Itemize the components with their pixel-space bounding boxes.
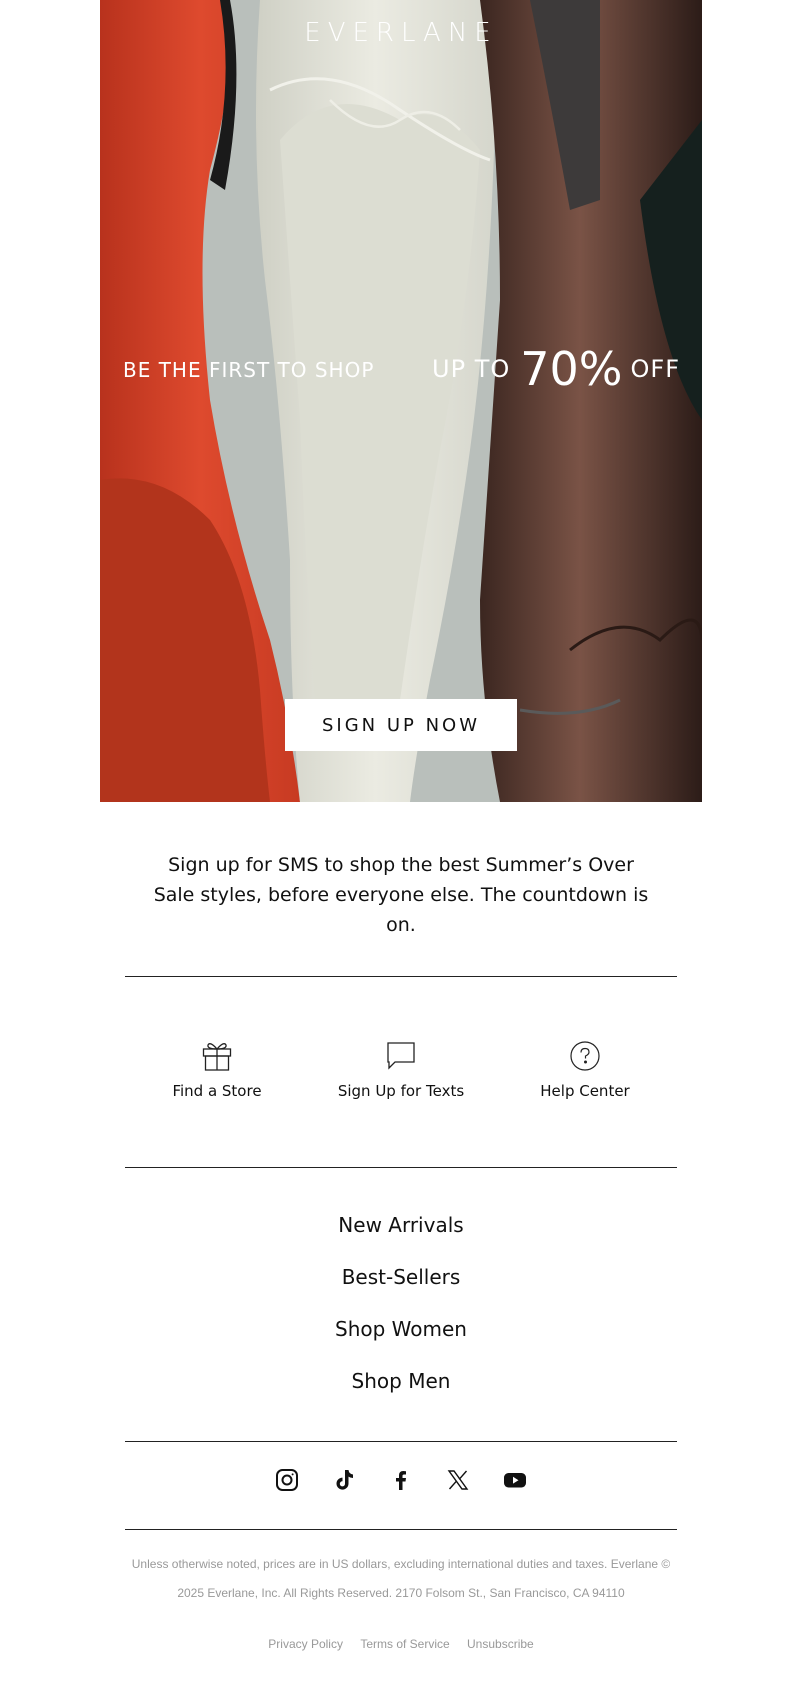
facebook-icon[interactable]	[389, 1468, 413, 1492]
social-links	[125, 1468, 677, 1492]
divider	[125, 1529, 677, 1530]
footer-links: Privacy Policy Terms of Service Unsubscr…	[125, 1637, 677, 1651]
gift-icon	[202, 1043, 232, 1071]
divider	[125, 1167, 677, 1168]
instagram-icon[interactable]	[275, 1468, 299, 1492]
x-icon[interactable]	[446, 1468, 470, 1492]
promo-suffix: OFF	[630, 355, 680, 383]
privacy-policy-link[interactable]: Privacy Policy	[268, 1637, 343, 1651]
tiktok-icon[interactable]	[332, 1468, 356, 1492]
help-center-label: Help Center	[540, 1082, 630, 1100]
brand-logo[interactable]: EVERLANE	[100, 18, 702, 48]
help-center-link[interactable]: Help Center	[493, 1040, 677, 1101]
legal-line-1: Unless otherwise noted, prices are in US…	[131, 1557, 671, 1571]
legal-line-2: 2025 Everlane, Inc. All Rights Reserved.…	[177, 1586, 625, 1600]
find-a-store-link[interactable]: Find a Store	[125, 1040, 309, 1101]
youtube-icon[interactable]	[503, 1468, 527, 1492]
hero-tagline: BE THE FIRST TO SHOP	[123, 358, 375, 382]
help-circle-icon	[570, 1041, 600, 1071]
find-a-store-label: Find a Store	[172, 1082, 262, 1100]
services-row: Find a Store Sign Up for Texts Help Cent…	[125, 1040, 677, 1101]
chat-bubble-icon	[387, 1042, 415, 1070]
promo-headline: UP TO 70% OFF	[432, 342, 680, 396]
new-arrivals-link[interactable]: New Arrivals	[125, 1207, 677, 1259]
sign-up-now-button[interactable]: SIGN UP NOW	[285, 699, 517, 751]
shop-women-link[interactable]: Shop Women	[125, 1311, 677, 1363]
legal-notice: Unless otherwise noted, prices are in US…	[125, 1550, 677, 1608]
hero-shoes-image	[100, 0, 702, 802]
divider	[125, 1441, 677, 1442]
best-sellers-link[interactable]: Best-Sellers	[125, 1259, 677, 1311]
promo-value: 70%	[520, 342, 623, 396]
sms-intro-text: Sign up for SMS to shop the best Summer’…	[153, 854, 649, 936]
sign-up-for-texts-label: Sign Up for Texts	[337, 1082, 465, 1100]
shop-links: New Arrivals Best-Sellers Shop Women Sho…	[125, 1207, 677, 1415]
sign-up-for-texts-link[interactable]: Sign Up for Texts	[309, 1040, 493, 1101]
unsubscribe-link[interactable]: Unsubscribe	[467, 1637, 534, 1651]
hero-banner[interactable]: EVERLANE BE THE FIRST TO SHOP UP TO 70% OF…	[100, 0, 702, 802]
promo-prefix: UP TO	[432, 355, 511, 383]
terms-of-service-link[interactable]: Terms of Service	[360, 1637, 449, 1651]
divider	[125, 976, 677, 977]
shop-men-link[interactable]: Shop Men	[125, 1363, 677, 1415]
